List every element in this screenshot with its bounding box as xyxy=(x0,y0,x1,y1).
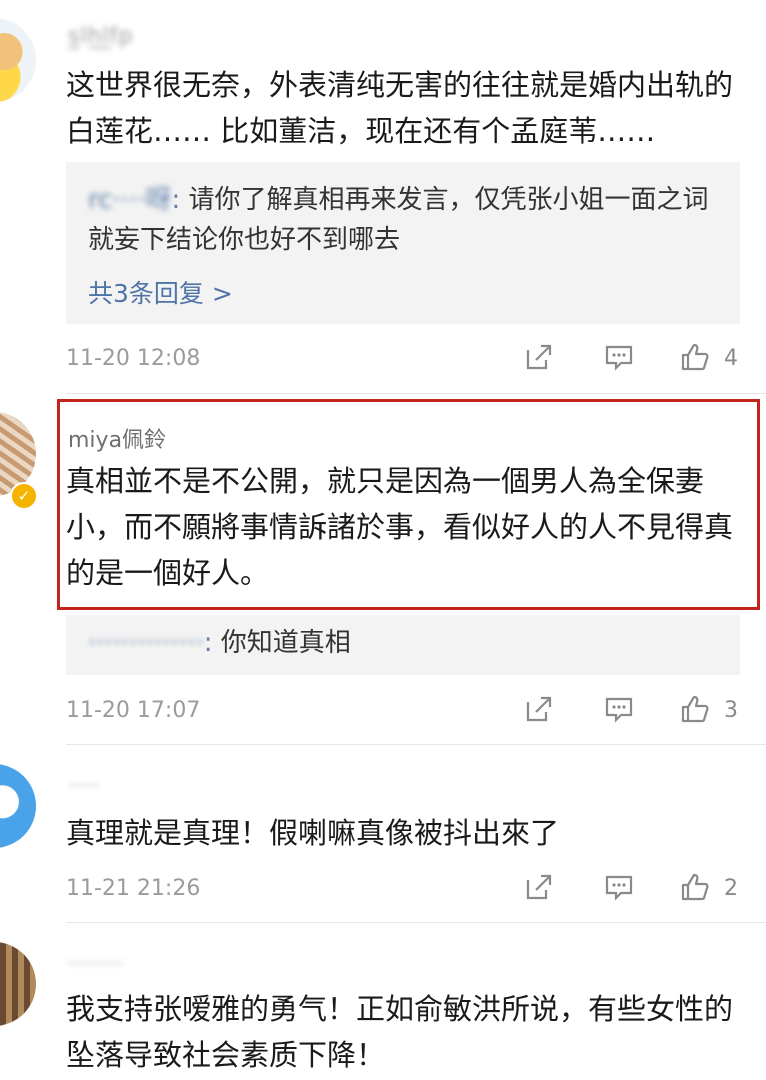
reply-username[interactable]: rc····呀 xyxy=(88,185,171,215)
like-icon[interactable] xyxy=(680,694,710,724)
like-icon[interactable] xyxy=(680,872,710,902)
reply-content: 你知道真相 xyxy=(212,628,351,658)
reply-username[interactable]: ·············· xyxy=(88,628,204,658)
share-icon[interactable] xyxy=(524,342,554,372)
comment-time: 11-20 12:08 xyxy=(66,346,201,371)
comment-time: 11-20 17:07 xyxy=(66,698,201,723)
divider xyxy=(66,922,766,923)
comment-icon[interactable] xyxy=(604,872,634,902)
comment-meta: 11-20 12:08 4 xyxy=(66,342,740,378)
avatar[interactable] xyxy=(0,764,36,848)
avatar[interactable] xyxy=(0,18,36,102)
comment-meta: 11-21 21:26 2 xyxy=(66,872,740,908)
divider xyxy=(66,393,766,394)
verified-badge-icon: ✓ xyxy=(10,482,38,510)
comment-meta: 11-20 17:07 3 xyxy=(66,694,740,730)
reply-box[interactable]: ··············: 你知道真相 xyxy=(66,615,740,675)
comment-text: 我支持张嗳雅的勇气！正如俞敏洪所说，有些女性的坠落导致社会素质下降！ xyxy=(66,992,734,1072)
share-icon[interactable] xyxy=(524,694,554,724)
username[interactable]: ···· xyxy=(68,774,100,799)
like-count: 2 xyxy=(724,876,738,901)
comment-time: 11-21 21:26 xyxy=(66,876,201,901)
share-icon[interactable] xyxy=(524,872,554,902)
comment-icon[interactable] xyxy=(604,342,634,372)
comment-icon[interactable] xyxy=(604,694,634,724)
reply-colon: : xyxy=(171,185,181,215)
more-replies-link[interactable]: 共3条回复 > xyxy=(88,274,233,310)
username[interactable]: ······· xyxy=(68,952,124,977)
like-icon[interactable] xyxy=(680,342,710,372)
comment-text: 真理就是真理！假喇嘛真像被抖出來了 xyxy=(66,816,560,850)
reply-box[interactable]: rc····呀: 请你了解真相再来发言，仅凭张小姐一面之词就妄下结论你也好不到哪… xyxy=(66,162,740,324)
divider xyxy=(66,744,766,745)
username[interactable]: s̲lh̲l̲fp xyxy=(68,24,133,49)
highlight-box xyxy=(57,399,760,610)
like-count: 3 xyxy=(724,698,738,723)
reply-content: 请你了解真相再来发言，仅凭张小姐一面之词就妄下结论你也好不到哪去 xyxy=(88,185,709,255)
avatar[interactable] xyxy=(0,942,36,1026)
comment-text: 这世界很无奈，外表清纯无害的往往就是婚内出轨的白莲花…… 比如董洁，现在还有个孟… xyxy=(66,68,734,148)
reply-text: ··············: 你知道真相 xyxy=(88,623,728,663)
like-count: 4 xyxy=(724,346,738,371)
reply-text: rc····呀: 请你了解真相再来发言，仅凭张小姐一面之词就妄下结论你也好不到哪… xyxy=(88,180,728,260)
